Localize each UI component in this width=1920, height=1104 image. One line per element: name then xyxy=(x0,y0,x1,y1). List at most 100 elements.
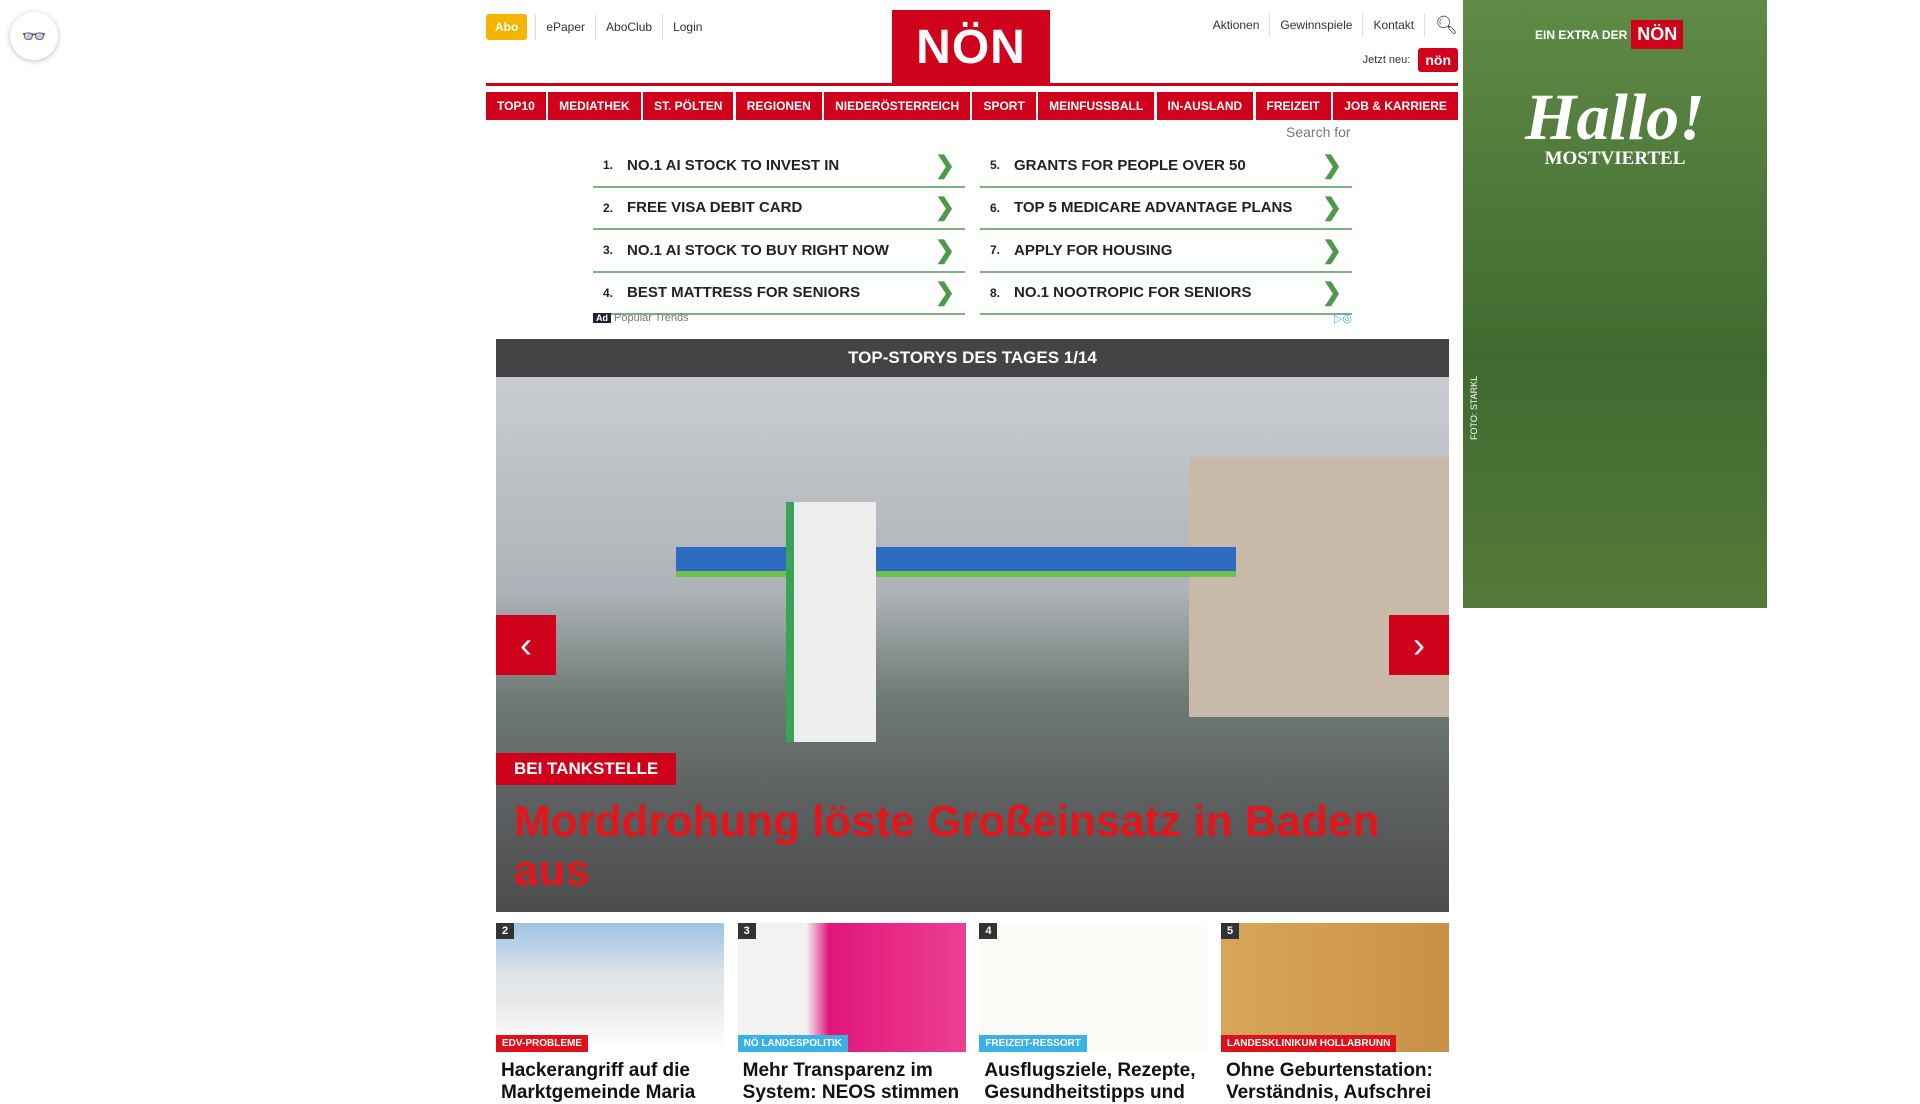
ad-text: APPLY FOR HOUSING xyxy=(1014,241,1173,259)
ad-text: NO.1 NOOTROPIC FOR SENIORS xyxy=(1014,284,1252,302)
story-rank: 2 xyxy=(496,923,515,939)
ad-link[interactable]: 2. FREE VISA DEBIT CARD ❯ xyxy=(593,188,965,230)
story-image[interactable]: 2 EDV-PROBLEME xyxy=(496,923,724,1052)
story-title[interactable]: Mehr Transparenz im System: NEOS stimmen xyxy=(738,1060,966,1104)
chevron-right-icon: ❯ xyxy=(1321,279,1342,307)
chevron-right-icon: ❯ xyxy=(934,151,955,179)
gewinnspiele-link[interactable]: Gewinnspiele xyxy=(1270,14,1364,36)
chevron-right-icon: ❯ xyxy=(934,194,955,222)
jetzt-neu-label: Jetzt neu: xyxy=(1362,54,1411,66)
nav-in-ausland[interactable]: IN-AUSLAND xyxy=(1156,92,1254,120)
ad-text: BEST MATTRESS FOR SENIORS xyxy=(627,284,861,302)
ad-link[interactable]: 1. NO.1 AI STOCK TO INVEST IN ❯ xyxy=(593,145,965,188)
ad-number: 4. xyxy=(603,285,614,300)
reader-mode-button[interactable]: 👓 xyxy=(10,12,58,60)
story-title[interactable]: Ohne Geburtenstation: Verständnis, Aufsc… xyxy=(1221,1060,1449,1104)
story-image[interactable]: 5 LANDESKLINIKUM HOLLABRUNN xyxy=(1220,923,1449,1052)
glasses-icon: 👓 xyxy=(21,25,47,48)
story-card[interactable]: 5 LANDESKLINIKUM HOLLABRUNN Ohne Geburtens… xyxy=(1220,923,1449,1104)
ad-text: TOP 5 MEDICARE ADVANTAGE PLANS xyxy=(1014,199,1293,217)
slide-image-station xyxy=(676,547,1236,577)
story-kicker: EDV-PROBLEME xyxy=(496,1035,589,1052)
side-ad-region: MOSTVIERTEL xyxy=(1544,148,1686,169)
nav-meinfussball[interactable]: MEINFUSSBALL xyxy=(1038,92,1155,120)
chevron-right-icon: ❯ xyxy=(1321,194,1342,222)
story-image[interactable]: 4 FREIZEIT-RESSORT xyxy=(979,923,1208,1052)
nav-niederoesterreich[interactable]: NIEDERÖSTERREICH xyxy=(824,92,971,120)
story-kicker: BEI TANKSTELLE xyxy=(496,753,677,785)
ad-number: 5. xyxy=(990,158,1001,173)
story-card[interactable]: 3 NÖ LANDESPOLITIK Mehr Transparenz im Sys… xyxy=(737,923,966,1104)
top-right-links: Aktionen Gewinnspiele Kontakt 🔍︎ xyxy=(1203,14,1458,36)
chevron-right-icon: ❯ xyxy=(1321,151,1342,179)
ad-link[interactable]: 3. NO.1 AI STOCK TO BUY RIGHT NOW ❯ xyxy=(593,230,965,273)
side-advertisement[interactable]: EIN EXTRA DER NÖN Hallo! MOSTVIERTEL FOTO… xyxy=(1463,0,1767,608)
ad-number: 6. xyxy=(990,200,1001,215)
header-divider xyxy=(486,83,1458,86)
search-icon[interactable]: 🔍︎ xyxy=(1425,15,1458,36)
photo-credit: FOTO: STARKL xyxy=(1469,375,1479,440)
top-left-links: Abo ePaper AboClub Login xyxy=(486,14,712,40)
nav-job-karriere[interactable]: JOB & KARRIERE xyxy=(1333,92,1458,120)
adchoices-icon[interactable]: ▷◎ xyxy=(1334,312,1352,325)
extra-label: EIN EXTRA DER xyxy=(1535,27,1628,42)
ad-link[interactable]: 5. GRANTS FOR PEOPLE OVER 50 ❯ xyxy=(980,145,1352,188)
ad-number: 2. xyxy=(603,200,614,215)
story-card[interactable]: 4 FREIZEIT-RESSORT Ausflugsziele, Rezepte,… xyxy=(979,923,1208,1104)
kontakt-link[interactable]: Kontakt xyxy=(1363,14,1426,36)
ad-link[interactable]: 8. NO.1 NOOTROPIC FOR SENIORS ❯ xyxy=(980,273,1352,315)
kleine-noen-logo[interactable]: nön xyxy=(1418,48,1458,72)
nav-sport[interactable]: SPORT xyxy=(972,92,1036,120)
top-story-slide[interactable]: ‹ › BEI TANKSTELLE Morddrohung löste Gro… xyxy=(496,377,1449,912)
story-kicker: NÖ LANDESPOLITIK xyxy=(737,1035,848,1052)
chevron-right-icon: ❯ xyxy=(934,279,955,307)
story-headline[interactable]: Morddrohung löste Großeinsatz in Baden a… xyxy=(514,797,1409,895)
side-ad-logo: NÖN xyxy=(1631,20,1684,49)
nav-freizeit[interactable]: FREIZEIT xyxy=(1255,92,1331,120)
story-title[interactable]: Hackerangriff auf die Marktgemeinde Mari… xyxy=(496,1060,724,1104)
aboclub-link[interactable]: AboClub xyxy=(595,14,662,40)
ad-link[interactable]: 7. APPLY FOR HOUSING ❯ xyxy=(980,230,1352,273)
chevron-right-icon: ❯ xyxy=(1321,236,1342,264)
ad-source[interactable]: Popular Trends xyxy=(614,312,689,324)
search-for-label: Search for xyxy=(1286,124,1351,140)
slide-image-pillar xyxy=(786,502,876,742)
ad-text: GRANTS FOR PEOPLE OVER 50 xyxy=(1014,156,1246,174)
main-nav: TOP10 MEDIATHEK ST. PÖLTEN REGIONEN NIED… xyxy=(486,92,1458,120)
story-rank: 4 xyxy=(979,923,998,939)
ad-number: 3. xyxy=(603,243,614,258)
next-slide-button[interactable]: › xyxy=(1389,615,1449,675)
aktionen-link[interactable]: Aktionen xyxy=(1203,14,1271,36)
nav-regionen[interactable]: REGIONEN xyxy=(735,92,822,120)
ad-link[interactable]: 4. BEST MATTRESS FOR SENIORS ❯ xyxy=(593,273,965,315)
epaper-link[interactable]: ePaper xyxy=(535,14,595,40)
ad-number: 8. xyxy=(990,285,1001,300)
ad-footer: Ad Popular Trends ▷◎ xyxy=(593,312,1352,325)
login-link[interactable]: Login xyxy=(662,14,712,40)
noen-logo[interactable]: NÖN xyxy=(892,10,1050,84)
sponsored-links: 1. NO.1 AI STOCK TO INVEST IN ❯ 5. GRANTS FO… xyxy=(593,145,1352,315)
ad-text: NO.1 AI STOCK TO INVEST IN xyxy=(627,156,840,174)
prev-slide-button[interactable]: ‹ xyxy=(496,615,556,675)
slide-image-building xyxy=(1189,457,1449,717)
ad-text: FREE VISA DEBIT CARD xyxy=(627,199,803,217)
chevron-left-icon: ‹ xyxy=(520,624,532,665)
story-title[interactable]: Ausflugsziele, Rezepte, Gesundheitstipps… xyxy=(979,1060,1207,1104)
story-image[interactable]: 3 NÖ LANDESPOLITIK xyxy=(737,923,966,1052)
ad-number: 7. xyxy=(990,243,1001,258)
story-rank: 5 xyxy=(1220,923,1240,939)
abo-button[interactable]: Abo xyxy=(486,14,528,40)
story-kicker: FREIZEIT-RESSORT xyxy=(979,1035,1087,1052)
story-card[interactable]: 2 EDV-PROBLEME Hackerangriff auf die Markt… xyxy=(496,923,724,1104)
nav-st-poelten[interactable]: ST. PÖLTEN xyxy=(642,92,734,120)
nav-top10[interactable]: TOP10 xyxy=(486,92,546,120)
ad-badge: Ad xyxy=(593,313,611,323)
nav-mediathek[interactable]: MEDIATHEK xyxy=(548,92,641,120)
story-kicker: LANDESKLINIKUM HOLLABRUNN xyxy=(1220,1035,1397,1052)
story-cards: 2 EDV-PROBLEME Hackerangriff auf die Markt… xyxy=(496,923,1449,1104)
ad-link[interactable]: 6. TOP 5 MEDICARE ADVANTAGE PLANS ❯ xyxy=(980,188,1352,230)
chevron-right-icon: › xyxy=(1413,624,1425,665)
jetzt-neu: Jetzt neu: nön xyxy=(1363,48,1458,72)
story-rank: 3 xyxy=(737,923,756,939)
ad-number: 1. xyxy=(603,158,614,173)
